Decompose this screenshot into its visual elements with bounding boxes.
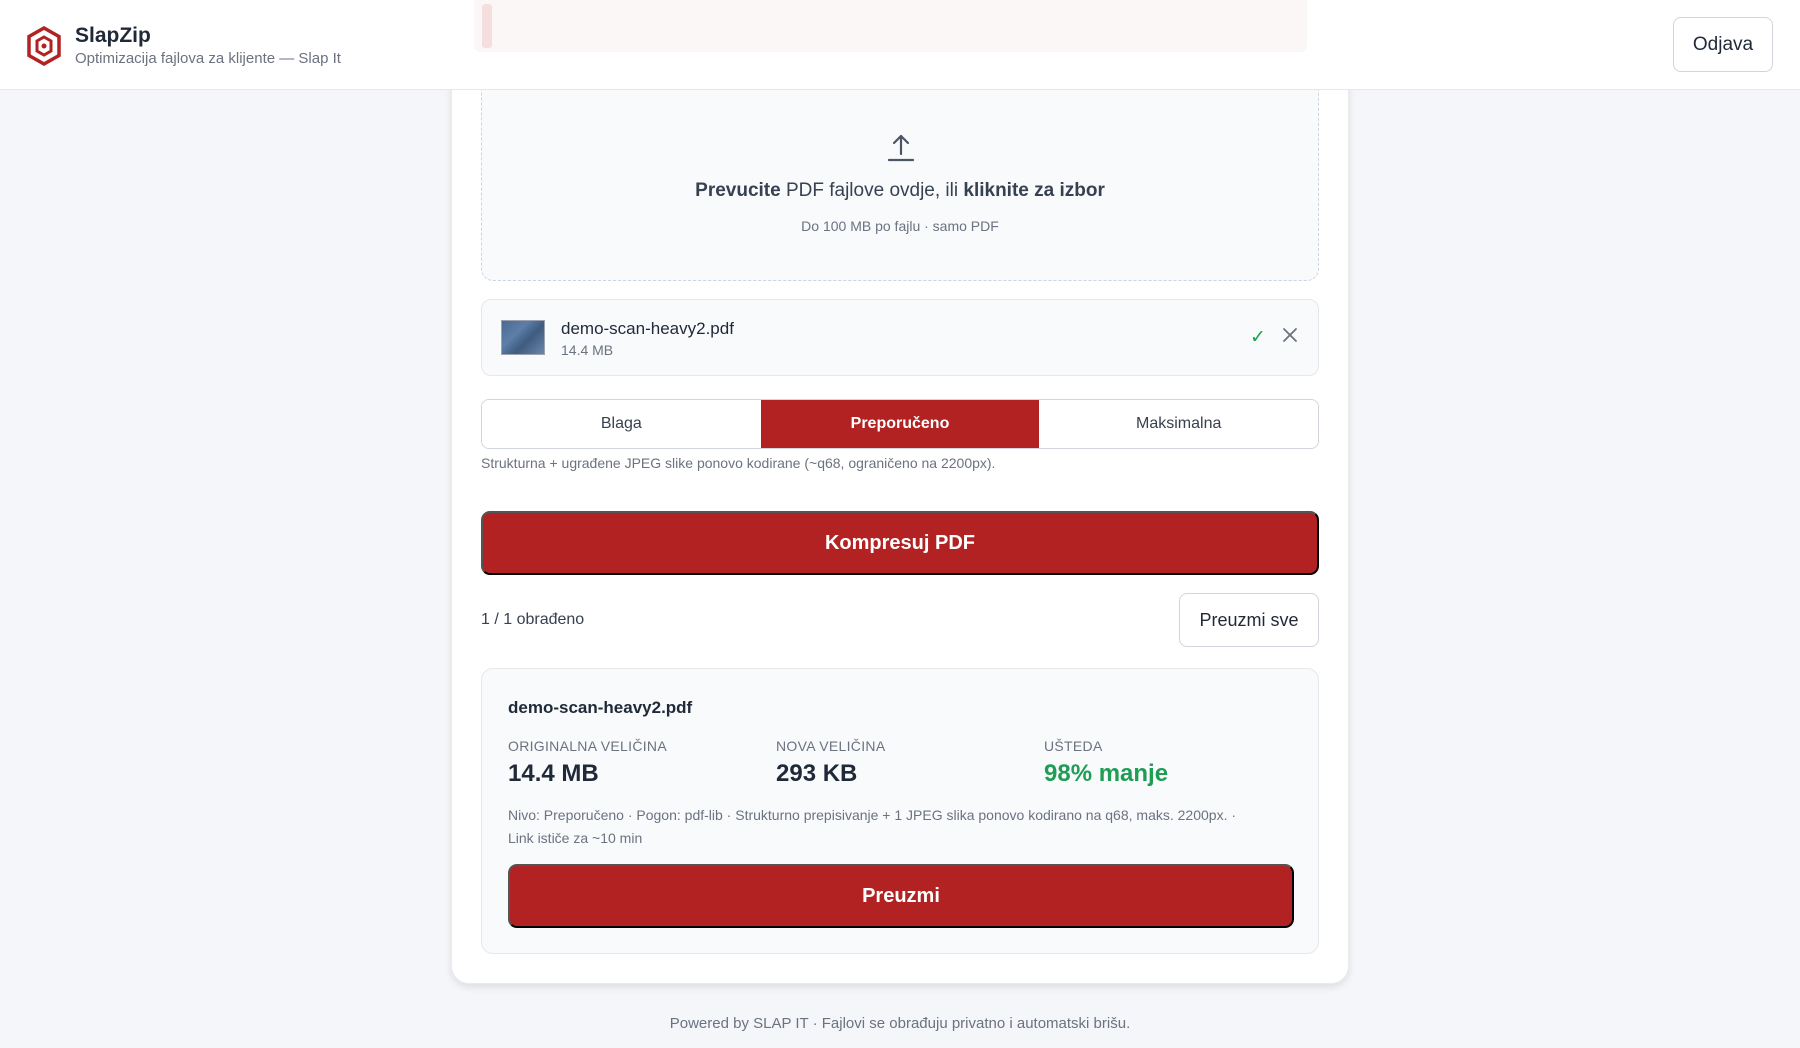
dropzone-click-label[interactable]: kliknite za izbor (963, 180, 1104, 201)
new-size-value: 293 KB (776, 760, 858, 787)
dropzone-mid-text: PDF fajlove ovdje, ili (780, 180, 964, 201)
compress-button[interactable]: Kompresuj PDF (481, 511, 1319, 575)
download-button[interactable]: Preuzmi (508, 864, 1294, 928)
original-size-stat: ORIGINALNA VELIČINA 14.4 MB (508, 738, 768, 788)
new-size-label: NOVA VELIČINA (776, 738, 886, 754)
app-header: SlapZip Optimizacija fajlova za klijente… (0, 0, 1800, 90)
result-details-line: Nivo: Preporučeno · Pogon: pdf-lib · Str… (508, 807, 1237, 823)
level-description: Strukturna + ugrađene JPEG slike ponovo … (481, 455, 996, 471)
close-icon[interactable] (1282, 327, 1298, 343)
brand-subtitle: Optimizacija fajlova za klijente — Slap … (75, 50, 341, 67)
level-option-blaga[interactable]: Blaga (482, 400, 761, 448)
original-size-label: ORIGINALNA VELIČINA (508, 738, 667, 754)
compression-level-selector: Blaga Preporučeno Maksimalna (481, 399, 1319, 449)
upload-icon (887, 134, 915, 162)
dropzone-hint: Do 100 MB po fajlu · samo PDF (801, 218, 999, 234)
file-dropzone[interactable]: Prevucite PDF fajlove ovdje, ili kliknit… (481, 80, 1319, 281)
saving-value: 98% manje (1044, 760, 1169, 787)
result-details: Nivo: Preporučeno · Pogon: pdf-lib · Str… (508, 804, 1298, 850)
file-list-item: demo-scan-heavy2.pdf 14.4 MB ✓ (481, 299, 1319, 376)
processed-counter: 1 / 1 obrađeno (481, 611, 585, 628)
file-thumbnail (501, 320, 545, 355)
saving-stat: UŠTEDA 98% manje (1044, 738, 1304, 788)
saving-label: UŠTEDA (1044, 738, 1103, 754)
logout-button[interactable]: Odjava (1673, 17, 1773, 72)
level-option-preporuceno[interactable]: Preporučeno (760, 400, 1040, 448)
level-option-maksimalna[interactable]: Maksimalna (1039, 400, 1318, 448)
result-expiry-line: Link ističe za ~10 min (508, 830, 643, 846)
file-name: demo-scan-heavy2.pdf (561, 319, 734, 338)
check-icon: ✓ (1250, 327, 1266, 348)
slapzip-logo-icon (27, 26, 61, 66)
new-size-stat: NOVA VELIČINA 293 KB (776, 738, 1036, 788)
result-file-name: demo-scan-heavy2.pdf (508, 698, 693, 717)
footer-text: Powered by SLAP IT · Fajlovi se obrađuju… (669, 1015, 1131, 1032)
notification-banner (474, 0, 1307, 52)
brand-title: SlapZip (75, 24, 151, 47)
dropzone-drag-label: Prevucite (695, 180, 781, 201)
result-card: demo-scan-heavy2.pdf ORIGINALNA VELIČINA… (481, 668, 1319, 954)
download-all-button[interactable]: Preuzmi sve (1179, 593, 1319, 647)
dropzone-text: Prevucite PDF fajlove ovdje, ili kliknit… (482, 180, 1318, 202)
file-size: 14.4 MB (561, 342, 614, 358)
original-size-value: 14.4 MB (508, 760, 599, 787)
